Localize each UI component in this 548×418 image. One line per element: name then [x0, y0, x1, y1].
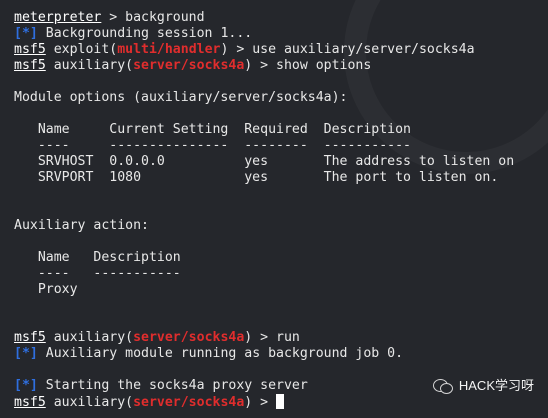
section-heading: Module options (auxiliary/server/socks4a… — [14, 90, 348, 105]
terminal-line: msf5 exploit(multi/handler) > use auxili… — [14, 42, 475, 58]
watermark-text: HACK学习呀 — [458, 378, 534, 393]
command-text: ) > run — [244, 330, 300, 345]
prompt-suffix: ) > — [244, 395, 277, 410]
module-name: server/socks4a — [133, 330, 245, 345]
prompt-msf5: msf5 — [14, 42, 46, 57]
prompt-msf5: msf5 — [14, 395, 46, 410]
table-header: Name Current Setting Required Descriptio… — [14, 122, 411, 137]
terminal-line: [*] Starting the socks4a proxy server — [14, 378, 308, 394]
terminal-input-line[interactable]: msf5 auxiliary(server/socks4a) > — [14, 394, 285, 411]
prompt-msf5: msf5 — [14, 58, 46, 73]
table-row: Proxy — [14, 282, 78, 297]
command-text: ) > use auxiliary/server/socks4a — [220, 42, 475, 57]
watermark: HACK学习呀 — [432, 378, 534, 394]
terminal-line: [*] Backgrounding session 1... — [14, 26, 252, 42]
prompt-context: exploit( — [45, 42, 118, 57]
terminal-line: msf5 auxiliary(server/socks4a) > show op… — [14, 58, 371, 74]
prompt-context: auxiliary( — [45, 58, 134, 73]
terminal-line: meterpreter > background — [14, 10, 205, 26]
module-name: server/socks4a — [133, 395, 245, 410]
output-text: Auxiliary module running as background j… — [37, 346, 404, 361]
table-divider: ---- ----------- — [14, 266, 181, 281]
prompt-meterpreter: meterpreter — [14, 10, 102, 25]
wechat-icon — [432, 378, 453, 394]
terminal-line: msf5 auxiliary(server/socks4a) > run — [14, 330, 300, 346]
terminal-window[interactable]: meterpreter > background [*] Backgroundi… — [0, 0, 548, 418]
module-name: multi/handler — [117, 42, 221, 57]
table-divider: ---- --------------- -------- ----------… — [14, 138, 411, 153]
command-text: ) > show options — [244, 58, 372, 73]
prompt-msf5: msf5 — [14, 330, 46, 345]
output-text: Starting the socks4a proxy server — [37, 378, 308, 393]
text-cursor — [276, 394, 285, 409]
table-row: SRVHOST 0.0.0.0 yes The address to liste… — [14, 154, 515, 169]
terminal-line: [*] Auxiliary module running as backgrou… — [14, 346, 403, 362]
table-row: SRVPORT 1080 yes The port to listen on. — [14, 170, 499, 185]
prompt-context: auxiliary( — [45, 330, 134, 345]
status-tag: [*] — [14, 26, 38, 41]
section-heading: Auxiliary action: — [14, 218, 149, 233]
command-text: > background — [101, 10, 205, 25]
module-name: server/socks4a — [133, 58, 245, 73]
status-tag: [*] — [14, 378, 38, 393]
status-tag: [*] — [14, 346, 38, 361]
prompt-context: auxiliary( — [45, 395, 134, 410]
table-header: Name Description — [14, 250, 181, 265]
output-text: Backgrounding session 1... — [37, 26, 253, 41]
